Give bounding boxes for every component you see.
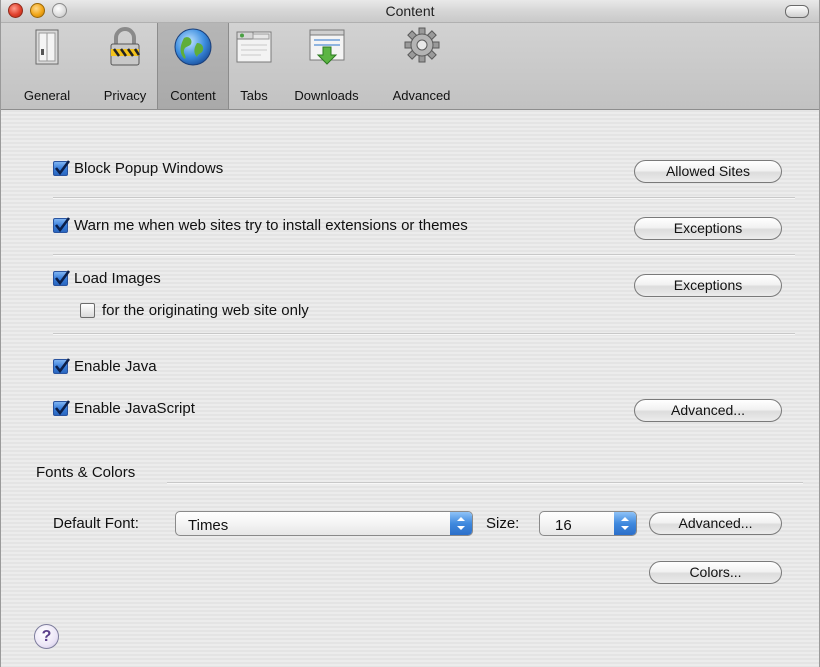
advanced-gear-icon xyxy=(404,27,439,63)
load-images-checkbox[interactable] xyxy=(53,270,71,286)
title-bar[interactable]: Content xyxy=(1,0,819,23)
block-popups-checkbox[interactable] xyxy=(53,160,71,176)
tab-advanced-label: Advanced xyxy=(392,88,451,103)
separator xyxy=(53,197,795,199)
tab-advanced[interactable]: Advanced xyxy=(374,23,469,109)
enable-java-label: Enable Java xyxy=(74,358,157,375)
checkmark-icon xyxy=(54,270,71,286)
originating-site-only-checkbox[interactable] xyxy=(80,303,95,318)
fonts-advanced-button[interactable]: Advanced... xyxy=(649,512,782,535)
select-arrows-icon xyxy=(450,512,472,535)
font-size-select[interactable]: 16 xyxy=(539,511,637,536)
tab-privacy[interactable]: Privacy xyxy=(93,23,157,109)
checkmark-icon xyxy=(54,160,71,176)
checkmark-icon xyxy=(54,400,71,416)
preferences-window: Content General Privacy Content Tabs Dow… xyxy=(0,0,820,667)
javascript-advanced-button[interactable]: Advanced... xyxy=(634,399,782,422)
fonts-colors-section-label: Fonts & Colors xyxy=(36,464,136,481)
warn-install-label: Warn me when web sites try to install ex… xyxy=(74,217,468,234)
default-font-select[interactable]: Times xyxy=(175,511,473,536)
load-images-label: Load Images xyxy=(74,270,161,287)
enable-javascript-checkbox[interactable] xyxy=(53,400,71,416)
tab-tabs-label: Tabs xyxy=(240,88,268,103)
tabs-window-icon xyxy=(236,31,272,63)
default-font-value: Times xyxy=(188,517,229,534)
content-globe-icon xyxy=(174,28,212,66)
general-switch-icon xyxy=(35,29,59,65)
question-mark-icon: ? xyxy=(41,628,52,645)
section-divider xyxy=(167,482,803,484)
size-label: Size: xyxy=(486,515,520,532)
warn-install-checkbox[interactable] xyxy=(53,217,71,233)
enable-javascript-label: Enable JavaScript xyxy=(74,400,195,417)
tab-downloads[interactable]: Downloads xyxy=(279,23,374,109)
enable-java-checkbox[interactable] xyxy=(53,358,71,374)
tab-content-label: Content xyxy=(170,88,216,103)
tab-privacy-label: Privacy xyxy=(103,88,147,103)
privacy-lock-icon xyxy=(110,27,141,66)
tab-general[interactable]: General xyxy=(1,23,93,109)
checkmark-icon xyxy=(54,217,71,233)
toolbar-toggle-button[interactable] xyxy=(785,5,809,18)
window-title: Content xyxy=(385,3,435,19)
tab-tabs[interactable]: Tabs xyxy=(229,23,279,109)
colors-button[interactable]: Colors... xyxy=(649,561,782,584)
tab-content[interactable]: Content xyxy=(157,23,229,109)
downloads-icon xyxy=(309,29,344,65)
tab-general-label: General xyxy=(23,88,71,103)
default-font-label: Default Font: xyxy=(53,515,139,532)
separator xyxy=(53,254,795,256)
install-exceptions-button[interactable]: Exceptions xyxy=(634,217,782,240)
tab-downloads-label: Downloads xyxy=(294,88,359,103)
help-button[interactable]: ? xyxy=(34,624,59,649)
originating-site-only-label: for the originating web site only xyxy=(102,302,309,319)
images-exceptions-button[interactable]: Exceptions xyxy=(634,274,782,297)
separator xyxy=(53,333,795,335)
preferences-toolbar: General Privacy Content Tabs Downloads A… xyxy=(1,23,819,110)
select-arrows-icon xyxy=(614,512,636,535)
allowed-sites-button[interactable]: Allowed Sites xyxy=(634,160,782,183)
block-popups-label: Block Popup Windows xyxy=(74,160,224,177)
checkmark-icon xyxy=(54,358,71,374)
font-size-value: 16 xyxy=(555,517,572,534)
